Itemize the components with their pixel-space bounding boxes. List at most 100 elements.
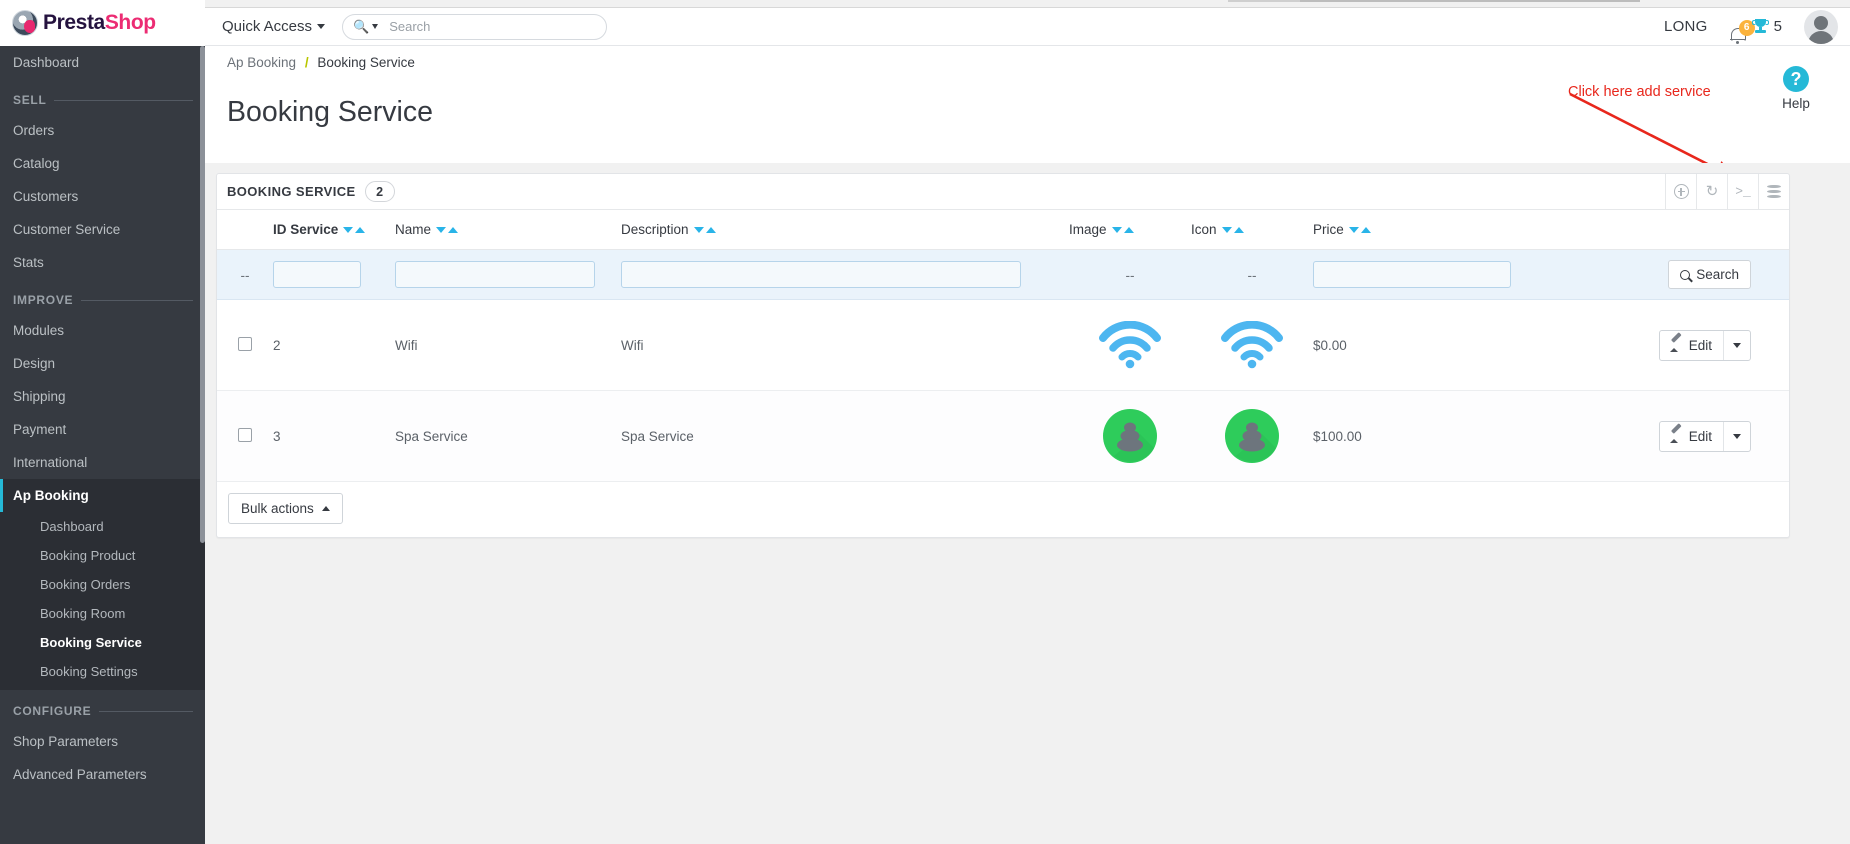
filter-cell-select: -- [217,249,273,300]
spa-stones-icon [1225,409,1279,463]
refresh-button[interactable]: ↻ [1696,173,1727,210]
sort-desc-icon[interactable] [693,227,704,233]
sidebar-subitem-booking-orders[interactable]: Booking Orders [0,570,205,599]
search-input[interactable] [387,18,597,35]
panel-header: BOOKING SERVICE 2 ↻ >_ [217,173,1789,210]
quick-access-dropdown[interactable]: Quick Access [222,18,326,35]
filter-cell-id [273,249,395,300]
th-icon-label: Icon [1191,222,1217,237]
sidebar-subitem-booking-settings[interactable]: Booking Settings [0,657,205,686]
edit-button[interactable]: Edit [1660,331,1723,353]
sidebar-section-improve-label: IMPROVE [13,293,74,307]
sort-controls [693,227,716,233]
global-search-box[interactable]: 🔍 [342,13,608,40]
sidebar-section-sell: SELL [0,79,205,114]
th-name[interactable]: Name [395,210,621,250]
sql-manager-button[interactable] [1758,173,1789,210]
th-icon[interactable]: Icon [1191,210,1313,250]
sidebar-item-international[interactable]: International [0,446,205,479]
filter-icon-dash: -- [1247,267,1257,283]
wifi-icon [1221,321,1283,369]
sidebar-item-catalog[interactable]: Catalog [0,147,205,180]
filter-image-dash: -- [1125,267,1135,283]
th-image-label: Image [1069,222,1107,237]
sidebar-section-sell-label: SELL [13,93,47,107]
row-checkbox[interactable] [238,427,252,442]
pencil-icon [1669,422,1683,443]
breadcrumb-separator: / [304,55,309,70]
sidebar-item-customers[interactable]: Customers [0,180,205,213]
sidebar-item-shop-parameters[interactable]: Shop Parameters [0,725,205,758]
sidebar-item-payment[interactable]: Payment [0,413,205,446]
chevron-down-icon [317,24,326,29]
filter-description-input[interactable] [621,261,1021,288]
edit-button[interactable]: Edit [1660,422,1723,444]
sort-desc-icon[interactable] [1111,227,1122,233]
brand-wordmark: PrestaShop [43,11,156,35]
th-id-service[interactable]: ID Service [273,210,395,250]
sort-asc-icon[interactable] [1360,227,1371,233]
sort-asc-icon[interactable] [705,227,716,233]
sort-desc-icon[interactable] [343,227,354,233]
console-button[interactable]: >_ [1727,173,1758,210]
chevron-down-icon[interactable] [372,24,379,29]
help-button[interactable]: ? Help [1766,66,1826,111]
quick-access-label: Quick Access [222,18,313,35]
sort-desc-icon[interactable] [436,227,447,233]
edit-button-label: Edit [1688,428,1712,444]
edit-button-label: Edit [1688,337,1712,353]
sidebar-item-shipping[interactable]: Shipping [0,380,205,413]
table-row[interactable]: 2 Wifi Wifi $0.00 Edit [217,299,1789,391]
filter-cell-icon: -- [1191,249,1313,300]
sidebar-subitem-booking-service[interactable]: Booking Service [0,628,205,657]
th-price[interactable]: Price [1313,210,1533,250]
table-row[interactable]: 3 Spa Service Spa Service $100.00 Edit [217,390,1789,482]
filter-name-input[interactable] [395,261,595,288]
sidebar-item-modules[interactable]: Modules [0,314,205,347]
sidebar-section-configure-label: CONFIGURE [13,704,92,718]
sidebar-subitem-dashboard[interactable]: Dashboard [0,512,205,541]
sort-asc-icon[interactable] [448,227,459,233]
row-description-cell: Wifi [621,299,1069,391]
sidebar-item-dashboard[interactable]: Dashboard [0,46,205,79]
brand-logo[interactable]: PrestaShop [0,0,205,46]
wifi-icon [1099,321,1161,369]
bulk-actions-button[interactable]: Bulk actions [228,493,343,524]
sort-asc-icon[interactable] [355,227,366,233]
chevron-down-icon [1733,433,1741,439]
sort-asc-icon[interactable] [1123,227,1134,233]
annotation-text: Click here add service [1568,84,1711,100]
filter-id-input[interactable] [273,261,361,288]
row-checkbox[interactable] [238,336,252,351]
sort-desc-icon[interactable] [1348,227,1359,233]
sidebar-item-customer-service[interactable]: Customer Service [0,213,205,246]
breadcrumb: Ap Booking / Booking Service [205,46,1850,70]
add-new-icon [1673,184,1689,199]
th-image[interactable]: Image [1069,210,1191,250]
trophy-icon [1751,19,1769,34]
sidebar-subitem-booking-room[interactable]: Booking Room [0,599,205,628]
pencil-icon [1669,331,1683,352]
sort-desc-icon[interactable] [1221,227,1232,233]
sidebar-item-advanced-parameters[interactable]: Advanced Parameters [0,758,205,791]
main-sidebar: PrestaShop Dashboard SELL Orders Catalog… [0,0,205,844]
sidebar-item-orders[interactable]: Orders [0,114,205,147]
avatar[interactable] [1804,9,1838,44]
search-button[interactable]: Search [1668,260,1751,289]
breadcrumb-parent[interactable]: Ap Booking [227,55,296,70]
edit-button-group: Edit [1658,329,1751,361]
chevron-up-icon [321,506,330,511]
sidebar-item-ap-booking[interactable]: Ap Booking [0,479,205,512]
edit-dropdown-toggle[interactable] [1723,330,1750,360]
achievements-button[interactable]: 5 [1751,18,1782,35]
th-description[interactable]: Description [621,210,1069,250]
sidebar-subitem-booking-product[interactable]: Booking Product [0,541,205,570]
sort-asc-icon[interactable] [1233,227,1244,233]
filter-price-input[interactable] [1313,261,1511,288]
edit-dropdown-toggle[interactable] [1723,421,1750,451]
spa-stones-icon [1103,409,1157,463]
panel-footer: Bulk actions [217,482,1789,537]
add-new-button[interactable] [1665,173,1696,210]
sidebar-item-stats[interactable]: Stats [0,246,205,279]
sidebar-item-design[interactable]: Design [0,347,205,380]
